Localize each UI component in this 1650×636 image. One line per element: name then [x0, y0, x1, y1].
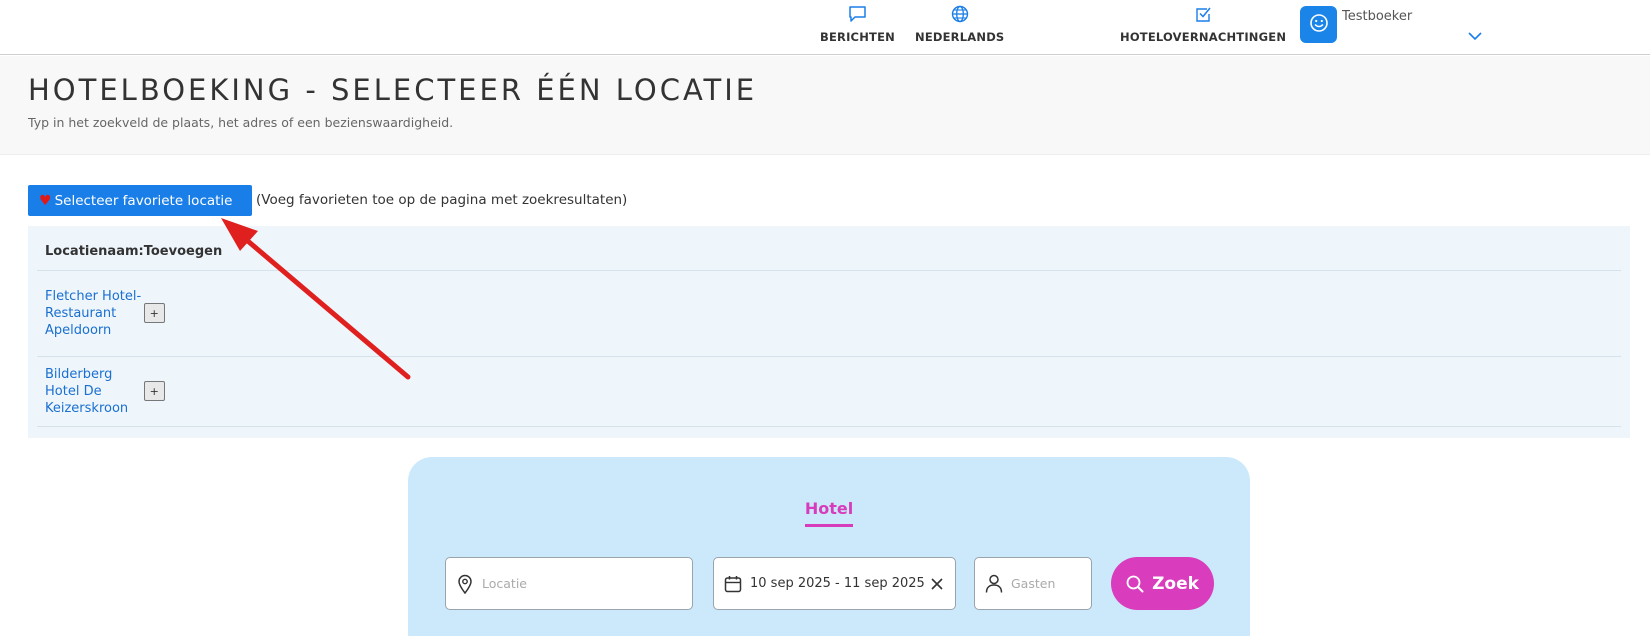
add-cell: + [143, 356, 1621, 427]
nav-berichten-label: BERICHTEN [820, 30, 895, 44]
date-range-field[interactable]: 10 sep 2025 - 11 sep 2025 [713, 557, 956, 610]
user-avatar[interactable] [1300, 6, 1337, 43]
close-icon[interactable] [927, 574, 947, 594]
nav-language[interactable]: NEDERLANDS [915, 4, 1004, 44]
calendar-icon [723, 574, 743, 594]
select-favorite-location-button[interactable]: ♥ Selecteer favoriete locatie [28, 185, 252, 216]
page-subtitle: Typ in het zoekveld de plaats, het adres… [28, 115, 454, 130]
add-cell: + [143, 270, 1621, 357]
location-table: Locatienaam: Toevoegen Fletcher Hotel-Re… [37, 226, 1621, 427]
favorites-hint: (Voeg favorieten toe op de pagina met zo… [256, 192, 628, 208]
page-title: HOTELBOEKING - SELECTEER ÉÉN LOCATIE [28, 73, 758, 107]
globe-icon [950, 4, 970, 24]
column-header-location: Locatienaam: [37, 226, 144, 271]
chevron-down-icon[interactable] [1468, 26, 1482, 45]
nav-berichten[interactable]: BERICHTEN [820, 4, 895, 44]
column-header-add: Toevoegen [143, 226, 1621, 271]
search-icon [1126, 575, 1144, 593]
nav-language-label: NEDERLANDS [915, 30, 1005, 44]
search-card: Hotel 10 sep 2025 - 11 sep 2025 Zoek [408, 457, 1250, 636]
select-favorite-location-label: Selecteer favoriete locatie [54, 192, 233, 209]
nav-hotelovernachtingen-label: HOTELOVERNACHTINGEN [1120, 30, 1287, 44]
location-link[interactable]: Fletcher Hotel-Restaurant Apeldoorn [45, 279, 143, 348]
table-row: Fletcher Hotel-Restaurant Apeldoorn + [37, 270, 1621, 357]
add-location-button[interactable]: + [143, 303, 165, 323]
location-name-cell: Fletcher Hotel-Restaurant Apeldoorn [37, 270, 144, 357]
date-range-value: 10 sep 2025 - 11 sep 2025 [750, 576, 925, 591]
table-header-row: Locatienaam: Toevoegen [37, 226, 1621, 271]
top-navigation: BERICHTEN NEDERLANDS HOTELOVERNACHTINGEN… [0, 0, 1650, 55]
location-name-cell: Bilderberg Hotel De Keizerskroon [37, 356, 144, 427]
location-table-panel: Locatienaam: Toevoegen Fletcher Hotel-Re… [28, 226, 1630, 438]
tab-hotel-label[interactable]: Hotel [804, 499, 854, 527]
tab-hotel[interactable]: Hotel [408, 499, 1250, 527]
message-icon [847, 4, 867, 24]
heart-icon: ♥ [39, 192, 52, 209]
checkbox-icon [1193, 4, 1213, 24]
search-submit-label: Zoek [1152, 573, 1199, 594]
map-pin-icon [455, 574, 475, 594]
user-icon [984, 574, 1004, 594]
location-link[interactable]: Bilderberg Hotel De Keizerskroon [45, 357, 143, 426]
user-name[interactable]: Testboeker [1342, 9, 1412, 24]
guests-input[interactable] [1011, 576, 1081, 591]
smiley-icon [1309, 13, 1329, 37]
guests-field[interactable] [974, 557, 1092, 610]
location-field[interactable] [445, 557, 693, 610]
table-row: Bilderberg Hotel De Keizerskroon + [37, 356, 1621, 427]
add-location-button[interactable]: + [143, 381, 165, 401]
search-submit-button[interactable]: Zoek [1111, 557, 1214, 610]
location-input[interactable] [482, 576, 632, 591]
page-header: HOTELBOEKING - SELECTEER ÉÉN LOCATIE Typ… [0, 56, 1650, 155]
nav-hotelovernachtingen[interactable]: HOTELOVERNACHTINGEN [1120, 4, 1286, 44]
